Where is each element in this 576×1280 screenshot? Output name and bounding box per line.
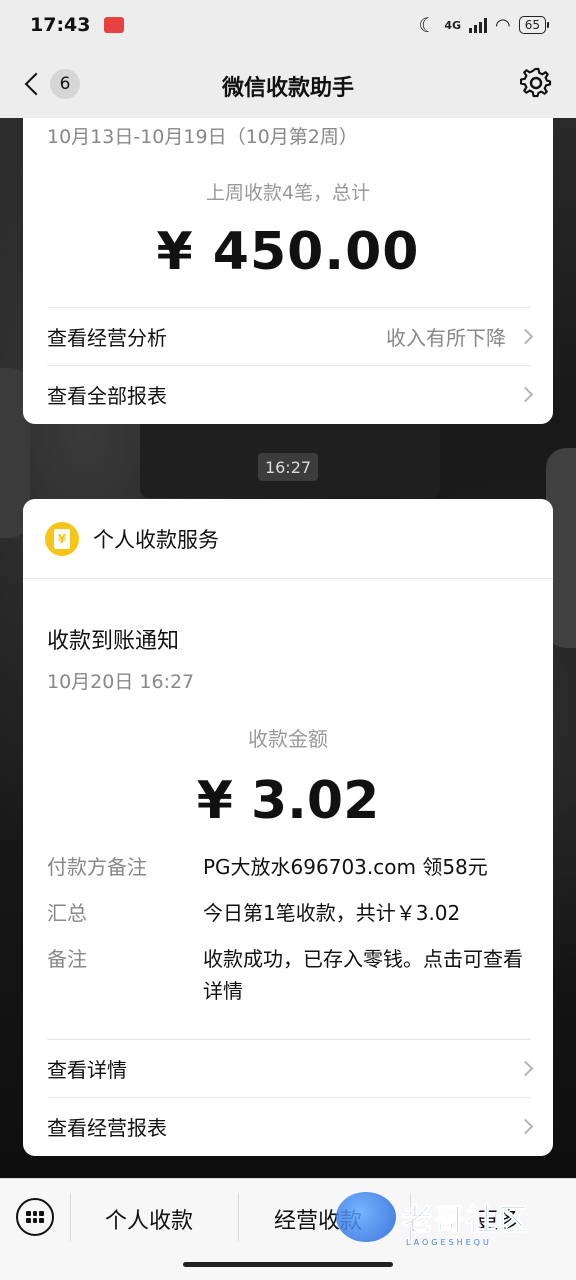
- watermark-subtext: LAOGESHEQU: [406, 1238, 492, 1247]
- view-details-row[interactable]: 查看详情: [47, 1039, 534, 1097]
- field-value: 今日第1笔收款，共计￥3.02: [203, 901, 461, 925]
- notification-datetime: 10月20日 16:27: [47, 671, 195, 693]
- home-indicator[interactable]: [183, 1262, 393, 1267]
- nav-bar: 6 微信收款助手: [0, 50, 576, 118]
- summary-field: 汇总 今日第1笔收款，共计￥3.02: [47, 897, 531, 929]
- service-header: ¥ 个人收款服务: [23, 499, 553, 579]
- business-report-row[interactable]: 查看经营报表: [47, 1097, 534, 1155]
- received-amount: ¥ 3.02: [196, 771, 380, 831]
- field-key: 备注: [47, 947, 87, 971]
- network-type: 4G: [444, 18, 461, 32]
- chevron-right-icon: [517, 1060, 534, 1077]
- row-label: 查看全部报表: [47, 384, 167, 408]
- settings-gear-icon[interactable]: [520, 67, 552, 99]
- signal-icon: [469, 17, 487, 33]
- payer-note-field: 付款方备注 PG大放水696703.com 领58元: [47, 851, 531, 883]
- row-label: 查看经营分析: [47, 326, 167, 350]
- page-title: 微信收款助手: [221, 76, 354, 101]
- keyboard-toggle-icon[interactable]: [16, 1198, 54, 1236]
- do-not-disturb-icon: ☾: [418, 13, 437, 37]
- chevron-right-icon: [517, 1118, 534, 1135]
- message-timestamp: 16:27: [258, 453, 318, 481]
- service-name: 个人收款服务: [93, 527, 219, 552]
- wifi-icon: ◠: [495, 14, 511, 36]
- notification-title: 收款到账通知: [47, 629, 180, 654]
- chevron-right-icon: [517, 328, 534, 345]
- chevron-right-icon: [517, 386, 534, 403]
- business-analysis-row[interactable]: 查看经营分析 收入有所下降: [47, 307, 534, 365]
- all-reports-row[interactable]: 查看全部报表: [47, 365, 534, 423]
- row-label: 查看详情: [47, 1058, 127, 1082]
- row-value: 收入有所下降: [386, 326, 506, 350]
- weekly-summary-card[interactable]: 10月13日-10月19日（10月第2周） 上周收款4笔，总计 ¥ 450.00…: [23, 118, 553, 424]
- menu-personal-receipt[interactable]: 个人收款: [105, 1203, 193, 1235]
- watermark-text: 老哥社区: [402, 1203, 530, 1239]
- row-label: 查看经营报表: [47, 1116, 167, 1140]
- status-bar: 17:43 ☾ 4G ◠ 65: [0, 0, 576, 50]
- amount-label: 收款金额: [248, 727, 328, 751]
- remark-field: 备注 收款成功，已存入零钱。点击可查看详情: [47, 943, 531, 1007]
- field-key: 汇总: [47, 901, 87, 925]
- battery-indicator: 65: [518, 16, 550, 34]
- period-text: 10月13日-10月19日（10月第2周）: [47, 126, 358, 148]
- status-time: 17:43: [30, 14, 91, 36]
- watermark-logo: 老哥社区 LAOGESHEQU: [336, 1182, 566, 1252]
- payment-received-card[interactable]: ¥ 个人收款服务 收款到账通知 10月20日 16:27 收款金额 ¥ 3.02…: [23, 499, 553, 1156]
- payment-service-icon: ¥: [45, 521, 79, 556]
- field-value: 收款成功，已存入零钱。点击可查看详情: [203, 947, 523, 1003]
- field-value: PG大放水696703.com 领58元: [203, 855, 488, 879]
- status-icons: ☾ 4G ◠ 65: [418, 13, 550, 37]
- dragon-logo-icon: [336, 1192, 396, 1242]
- field-key: 付款方备注: [47, 855, 147, 879]
- weekly-summary-text: 上周收款4笔，总计: [205, 182, 371, 204]
- notification-app-icon: [104, 17, 125, 33]
- weekly-total-amount: ¥ 450.00: [156, 222, 420, 282]
